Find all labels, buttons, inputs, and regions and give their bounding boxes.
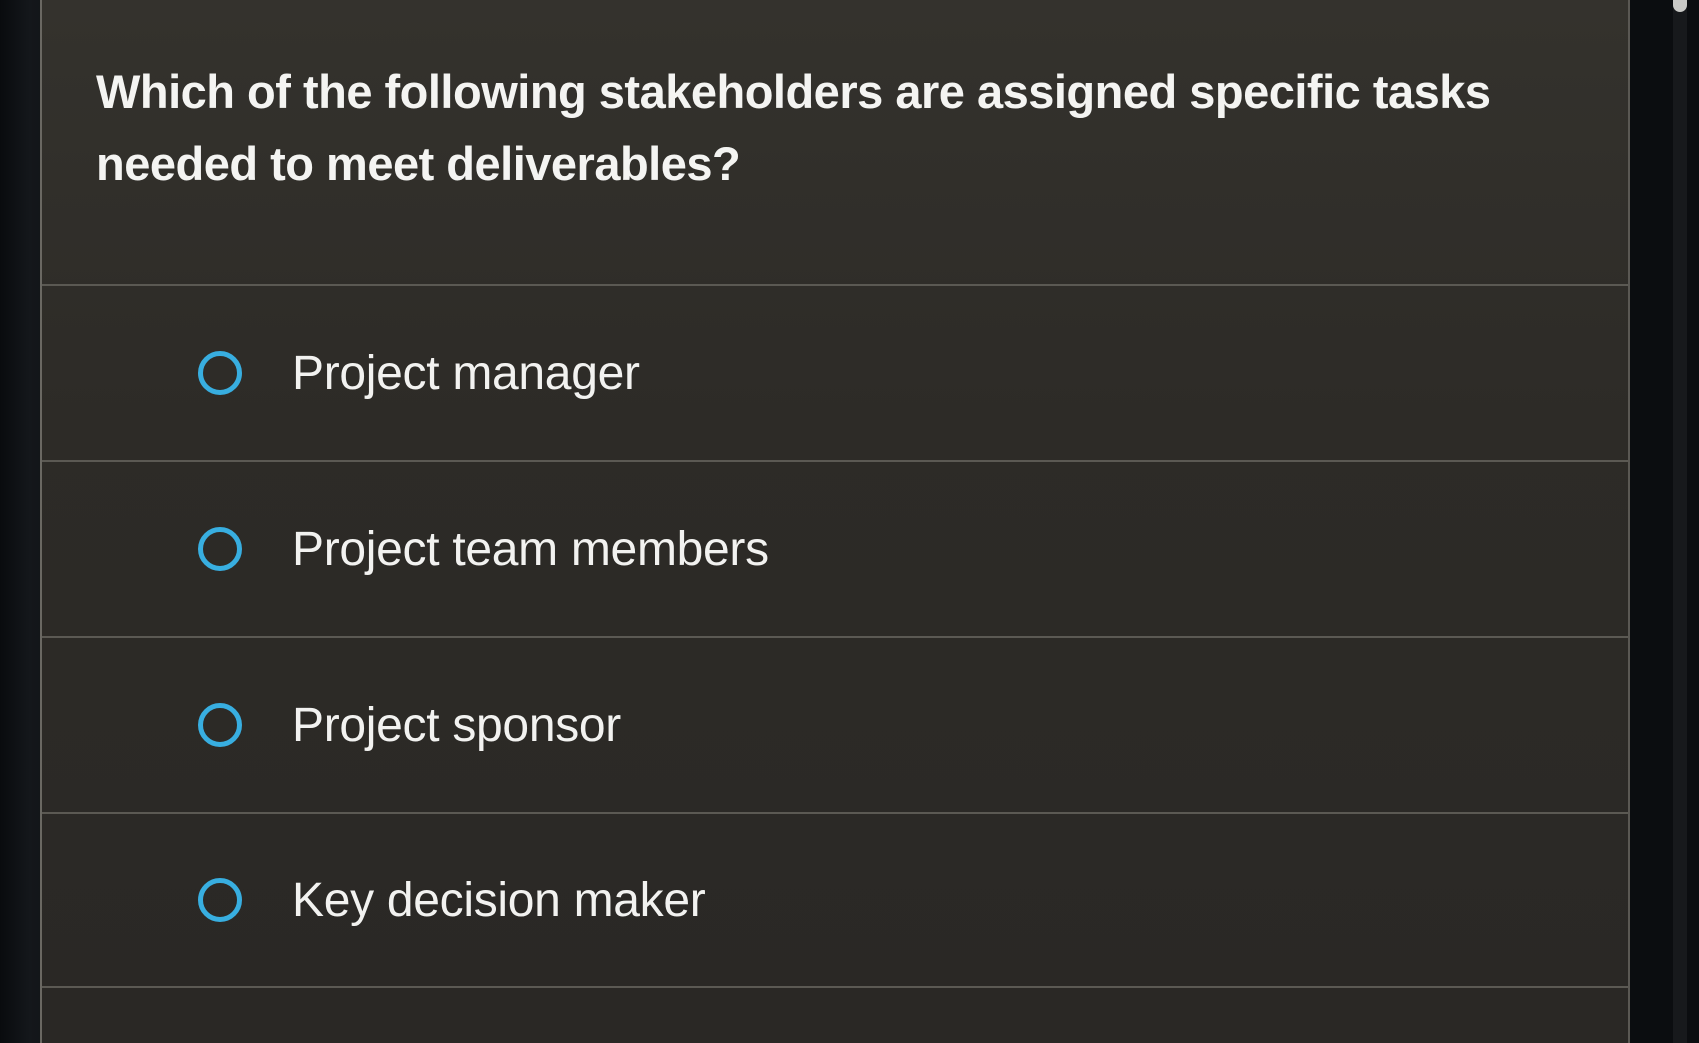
vertical-scrollbar[interactable] <box>1673 0 1687 1043</box>
option-label: Project sponsor <box>292 698 621 752</box>
question-text: Which of the following stakeholders are … <box>96 65 1491 190</box>
option-label: Key decision maker <box>292 873 706 927</box>
option-project-manager[interactable]: Project manager <box>42 284 1628 460</box>
answer-options: Project manager Project team members Pro… <box>42 284 1628 988</box>
radio-button-icon[interactable] <box>198 878 242 922</box>
option-label: Project team members <box>292 522 769 576</box>
option-project-team-members[interactable]: Project team members <box>42 460 1628 636</box>
radio-button-icon[interactable] <box>198 527 242 571</box>
option-key-decision-maker[interactable]: Key decision maker <box>42 812 1628 988</box>
option-label: Project manager <box>292 346 640 400</box>
radio-button-icon[interactable] <box>198 351 242 395</box>
option-project-sponsor[interactable]: Project sponsor <box>42 636 1628 812</box>
radio-button-icon[interactable] <box>198 703 242 747</box>
scrollbar-thumb[interactable] <box>1673 0 1687 12</box>
question-panel: Which of the following stakeholders are … <box>40 0 1630 1043</box>
